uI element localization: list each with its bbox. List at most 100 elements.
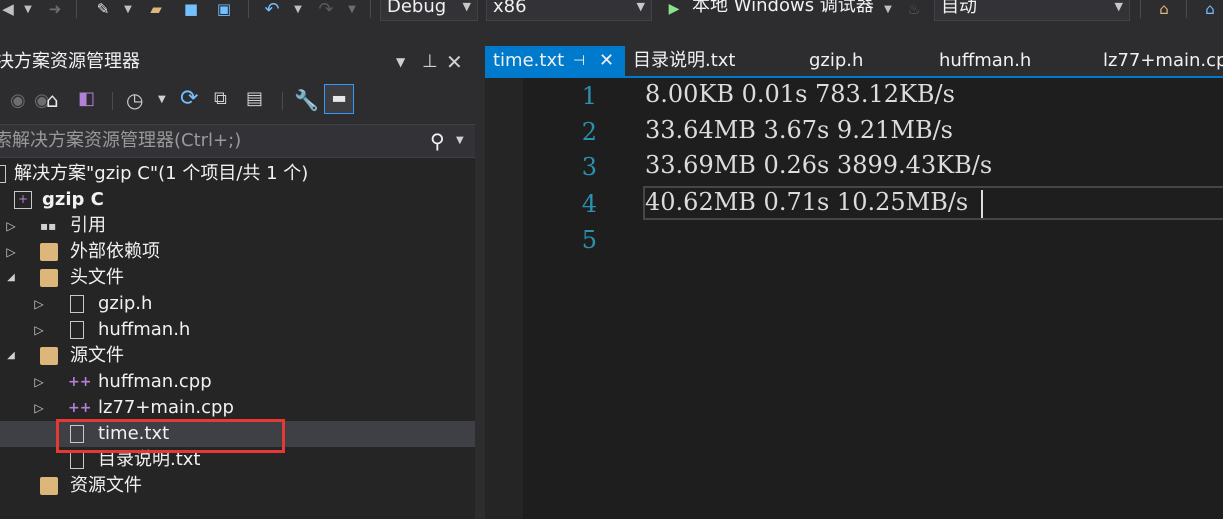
find-in-files-icon[interactable]: ⌂ (1152, 0, 1176, 18)
cpp-file-icon: ++ (68, 400, 92, 416)
tab-time-txt[interactable]: time.txt ⊣ ✕ (485, 46, 625, 76)
home-icon[interactable]: ⌂ (1198, 0, 1222, 18)
back-dropdown-icon[interactable]: ▼ (22, 0, 34, 18)
new-project-icon[interactable]: ✎ (92, 0, 114, 18)
collapse-all-icon[interactable]: ⧉ (214, 88, 227, 109)
show-all-files-icon[interactable]: ▤ (246, 88, 263, 109)
new-dropdown-icon[interactable]: ▼ (122, 0, 134, 18)
tab-label: lz77+main.cpp (1103, 50, 1223, 71)
collapse-arrow-icon[interactable]: ◢ (4, 265, 18, 291)
tab-gzip-h[interactable]: gzip.h (809, 46, 863, 76)
search-input[interactable]: 索解决方案资源管理器(Ctrl+;) (0, 125, 241, 157)
window-position-icon[interactable]: ▼ (396, 46, 405, 78)
back-icon[interactable]: ◉ (10, 90, 26, 111)
navigate-back-icon[interactable]: ◀ (0, 0, 16, 18)
expand-arrow-icon[interactable]: ▷ (32, 395, 46, 421)
undo-dropdown-icon[interactable]: ▼ (292, 0, 304, 18)
save-icon[interactable]: ■ (180, 0, 202, 18)
solution-config-dropdown[interactable]: Debug ▼ (380, 0, 478, 21)
tree-item-huffman-cpp[interactable]: ▷ ++ huffman.cpp (0, 369, 475, 395)
redo-dropdown-icon[interactable]: ▼ (346, 0, 358, 18)
redo-icon[interactable]: ↷ (314, 0, 338, 20)
solution-label: 解决方案"gzip C"(1 个项目/共 1 个) (14, 163, 309, 184)
toolbar-separator (112, 92, 113, 110)
text-caret (981, 190, 983, 218)
code-line: 8.00KB 0.01s 783.12KB/s (645, 80, 955, 108)
expand-arrow-icon[interactable]: ▷ (32, 291, 46, 317)
code-line: 40.62MB 0.71s 10.25MB/s (645, 188, 969, 216)
auto-dropdown-value: 自动 (941, 0, 977, 17)
save-all-icon[interactable]: ▣ (212, 0, 236, 18)
text-file-icon (70, 451, 84, 469)
expand-arrow-icon[interactable]: ▷ (32, 369, 46, 395)
tree-item-solution[interactable]: 解决方案"gzip C"(1 个项目/共 1 个) (0, 161, 475, 187)
expand-arrow-icon[interactable]: ▷ (4, 239, 18, 265)
filter-folder-icon (40, 477, 58, 495)
search-options-dropdown-icon[interactable]: ▼ (456, 125, 464, 157)
cpp-file-icon: ++ (68, 374, 92, 390)
tree-item-lz77-main-cpp[interactable]: ▷ ++ lz77+main.cpp (0, 395, 475, 421)
tree-item-gzip-h[interactable]: ▷ gzip.h (0, 291, 475, 317)
tab-label: gzip.h (809, 50, 864, 71)
tab-huffman-h[interactable]: huffman.h (939, 46, 1031, 76)
indicator-margin (485, 78, 523, 519)
tree-item-source-files[interactable]: ◢ 源文件 (0, 343, 475, 369)
auto-dropdown[interactable]: 自动 ▼ (934, 0, 1130, 21)
tree-item-label: 引用 (70, 215, 106, 236)
tree-item-external-dependencies[interactable]: ▷ 外部依赖项 (0, 239, 475, 265)
code-line: 33.69MB 0.26s 3899.43KB/s (645, 151, 993, 179)
solution-explorer-toolbar: ◉ ◉ ⌂ ◧ ◷ ▼ ⟳ ⧉ ▤ 🔧 ▬ (0, 78, 475, 124)
close-icon[interactable]: ✕ (446, 46, 463, 78)
tab-lz77-main-cpp[interactable]: lz77+main.cpp (1103, 46, 1223, 76)
toolbar-separator (1140, 0, 1141, 18)
switch-views-icon[interactable]: ◧ (78, 88, 95, 109)
filter-folder-icon (40, 347, 58, 365)
tree-item-references[interactable]: ▷ ▪▪ 引用 (0, 213, 475, 239)
properties-wrench-icon[interactable]: 🔧 (294, 88, 319, 112)
tree-item-label: 头文件 (70, 267, 124, 288)
line-number: 3 (581, 153, 597, 181)
start-debug-icon[interactable]: ▶ (664, 0, 684, 18)
sync-icon[interactable]: ⟳ (180, 86, 198, 111)
pin-tab-icon[interactable]: ⊣ (573, 46, 585, 76)
tab-label: huffman.h (939, 50, 1032, 71)
filter-folder-icon (40, 269, 58, 287)
solution-config-value: Debug (387, 0, 447, 17)
code-line: 33.64MB 3.67s 9.21MB/s (645, 116, 953, 144)
tree-item-huffman-h[interactable]: ▷ huffman.h (0, 317, 475, 343)
collapse-arrow-icon[interactable]: ◢ (4, 343, 18, 369)
filter-dropdown-icon[interactable]: ▼ (158, 94, 166, 105)
expand-arrow-icon[interactable]: ▷ (32, 317, 46, 343)
panel-splitter[interactable] (475, 46, 485, 519)
undo-icon[interactable]: ↶ (260, 0, 284, 20)
tree-item-header-files[interactable]: ◢ 头文件 (0, 265, 475, 291)
text-editor[interactable]: 1 2 3 4 5 8.00KB 0.01s 783.12KB/s 33.64M… (485, 78, 1223, 519)
navigate-forward-icon[interactable]: ➜ (44, 0, 66, 18)
debugger-dropdown-icon[interactable]: ▼ (882, 0, 894, 18)
home-icon[interactable]: ⌂ (46, 88, 59, 112)
folder-icon (40, 243, 58, 261)
solution-platform-dropdown[interactable]: x86 ▼ (486, 0, 652, 21)
tree-item-label: 资源文件 (70, 475, 142, 496)
close-tab-icon[interactable]: ✕ (599, 46, 614, 76)
highlight-annotation-box (56, 419, 285, 453)
hot-reload-icon[interactable]: ♨ (904, 0, 924, 18)
toolbar-separator (282, 92, 283, 110)
solution-explorer-title-bar: 决方案资源管理器 ▼ ⊥ ✕ (0, 46, 475, 78)
tree-item-label: gzip.h (98, 293, 153, 314)
pin-icon[interactable]: ⊥ (422, 46, 438, 78)
tab-readme-txt[interactable]: 目录说明.txt (633, 46, 736, 76)
toolbar-separator (76, 0, 77, 18)
tree-item-resource-files[interactable]: 资源文件 (0, 473, 475, 499)
open-folder-icon[interactable]: ▰ (144, 0, 168, 18)
tree-item-label: lz77+main.cpp (98, 397, 234, 418)
search-icon[interactable]: ⚲ (430, 125, 445, 157)
solution-explorer-search[interactable]: 索解决方案资源管理器(Ctrl+;) ⚲ ▼ (0, 124, 475, 158)
preview-selected-items-icon[interactable]: ▬ (324, 84, 354, 114)
tree-item-project[interactable]: + gzip C (0, 187, 475, 213)
start-debugger-button[interactable]: 本地 Windows 调试器 (692, 0, 874, 17)
expand-arrow-icon[interactable]: ▷ (4, 213, 18, 239)
tree-item-label: 源文件 (70, 345, 124, 366)
pending-changes-filter-icon[interactable]: ◷ (126, 88, 143, 112)
cpp-project-icon: + (14, 191, 32, 209)
